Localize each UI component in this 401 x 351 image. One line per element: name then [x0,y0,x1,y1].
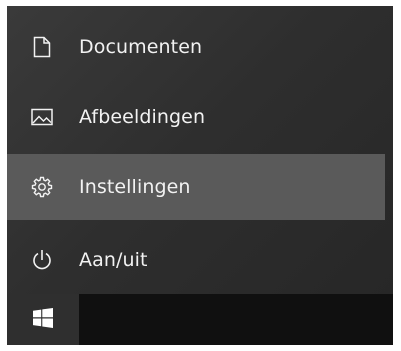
start-menu: Documenten Afbeeldingen Instellingen Aan… [7,6,393,294]
menu-item-instellingen[interactable]: Instellingen [7,154,385,220]
start-menu-screen: Documenten Afbeeldingen Instellingen Aan… [7,6,393,345]
menu-item-documenten[interactable]: Documenten [7,14,385,80]
menu-item-aan-uit[interactable]: Aan/uit [7,227,385,293]
menu-item-label: Aan/uit [79,249,148,271]
gear-icon [29,174,55,200]
menu-item-afbeeldingen[interactable]: Afbeeldingen [7,84,385,150]
pictures-icon [29,104,55,130]
power-icon [29,247,55,273]
document-icon [29,34,55,60]
windows-logo-icon [33,307,53,332]
taskbar [7,294,393,345]
menu-item-label: Documenten [79,36,203,58]
menu-item-label: Instellingen [79,176,191,198]
start-button[interactable] [7,294,79,345]
menu-item-label: Afbeeldingen [79,106,206,128]
